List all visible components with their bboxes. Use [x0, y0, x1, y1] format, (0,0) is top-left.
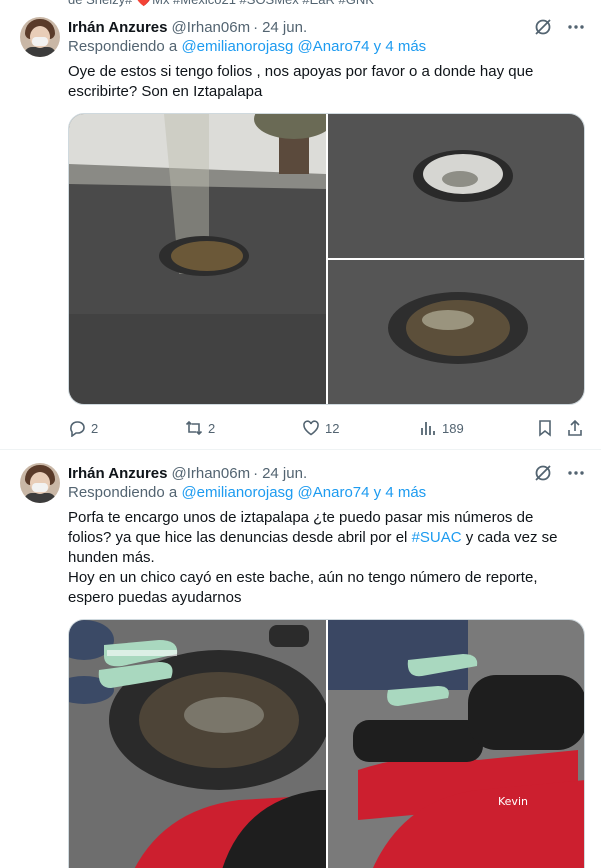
tweet-text-line: Oye de estos si tengo folios , nos apoya…	[68, 63, 534, 100]
replying-to-mentions[interactable]: @emilianorojasg @Anaro74 y 4 más	[181, 38, 426, 55]
tweet-actions: 2 2 12 189	[68, 418, 585, 438]
views-count: 189	[442, 420, 464, 436]
avatar[interactable]	[20, 463, 60, 503]
replying-to-label: Respondiendo a	[68, 38, 178, 55]
grok-icon[interactable]	[533, 463, 553, 483]
share-button[interactable]	[566, 418, 584, 438]
bookmark-icon	[536, 419, 554, 437]
tweet-photo[interactable]	[69, 114, 326, 404]
tweet-photo[interactable]	[328, 260, 584, 404]
author-name[interactable]: Irhán Anzures	[68, 465, 167, 482]
hashtag-link[interactable]: #SUAC	[412, 529, 462, 546]
previous-tweet-text: de Shelzy# ❤️Mx #Mexico21 #SOSMex #EaR #…	[68, 0, 374, 8]
tweet[interactable]: Irhán Anzures @Irhan06m · 24 jun. Respon…	[0, 8, 601, 450]
tweet-header: Irhán Anzures @Irhan06m · 24 jun.	[68, 17, 307, 37]
replying-to-mentions[interactable]: @emilianorojasg @Anaro74 y 4 más	[181, 484, 426, 501]
author-handle[interactable]: @Irhan06m	[171, 19, 250, 36]
tweet[interactable]: Irhán Anzures @Irhan06m · 24 jun. Respon…	[0, 451, 601, 868]
tweet-text: Oye de estos si tengo folios , nos apoya…	[68, 62, 548, 102]
grok-icon[interactable]	[533, 17, 553, 37]
tweet-header: Irhán Anzures @Irhan06m · 24 jun.	[68, 463, 307, 483]
author-name[interactable]: Irhán Anzures	[68, 19, 167, 36]
scooter-brand-text: Kevin	[498, 795, 528, 808]
author-handle[interactable]: @Irhan06m	[171, 465, 250, 482]
bookmark-button[interactable]	[536, 418, 554, 438]
separator-dot: ·	[253, 464, 259, 482]
tweet-photo[interactable]	[69, 620, 326, 868]
views-button[interactable]: 189	[419, 418, 464, 438]
header-icons	[533, 463, 585, 483]
tweet-text: Porfa te encargo unos de iztapalapa ¿te …	[68, 508, 558, 608]
previous-tweet-text-strip: de Shelzy# ❤️Mx #Mexico21 #SOSMex #EaR #…	[0, 0, 601, 8]
tweet-media-grid	[68, 113, 585, 405]
retweet-count: 2	[208, 420, 216, 436]
separator-dot: ·	[253, 18, 259, 36]
tweet-photo[interactable]	[328, 114, 584, 258]
retweet-icon	[185, 419, 203, 437]
like-count: 12	[325, 420, 340, 436]
tweet-date[interactable]: 24 jun.	[262, 465, 307, 482]
more-icon[interactable]	[567, 464, 585, 482]
reply-count: 2	[91, 420, 99, 436]
reply-button[interactable]: 2	[68, 418, 98, 438]
tweet-text-part: Hoy en un chico cayó en este bache, aún …	[68, 569, 538, 606]
views-icon	[419, 419, 437, 437]
share-icon	[566, 419, 584, 437]
retweet-button[interactable]: 2	[185, 418, 215, 438]
tweet-date[interactable]: 24 jun.	[262, 19, 307, 36]
header-icons	[533, 17, 585, 37]
more-icon[interactable]	[567, 18, 585, 36]
replying-to-label: Respondiendo a	[68, 484, 178, 501]
like-icon	[302, 419, 320, 437]
tweet-photo[interactable]: Kevin	[328, 620, 584, 868]
replying-to: Respondiendo a @emilianorojasg @Anaro74 …	[68, 484, 426, 501]
tweet-media-grid: Kevin	[68, 619, 585, 868]
replying-to: Respondiendo a @emilianorojasg @Anaro74 …	[68, 38, 426, 55]
like-button[interactable]: 12	[302, 418, 339, 438]
avatar[interactable]	[20, 17, 60, 57]
reply-icon	[68, 419, 86, 437]
